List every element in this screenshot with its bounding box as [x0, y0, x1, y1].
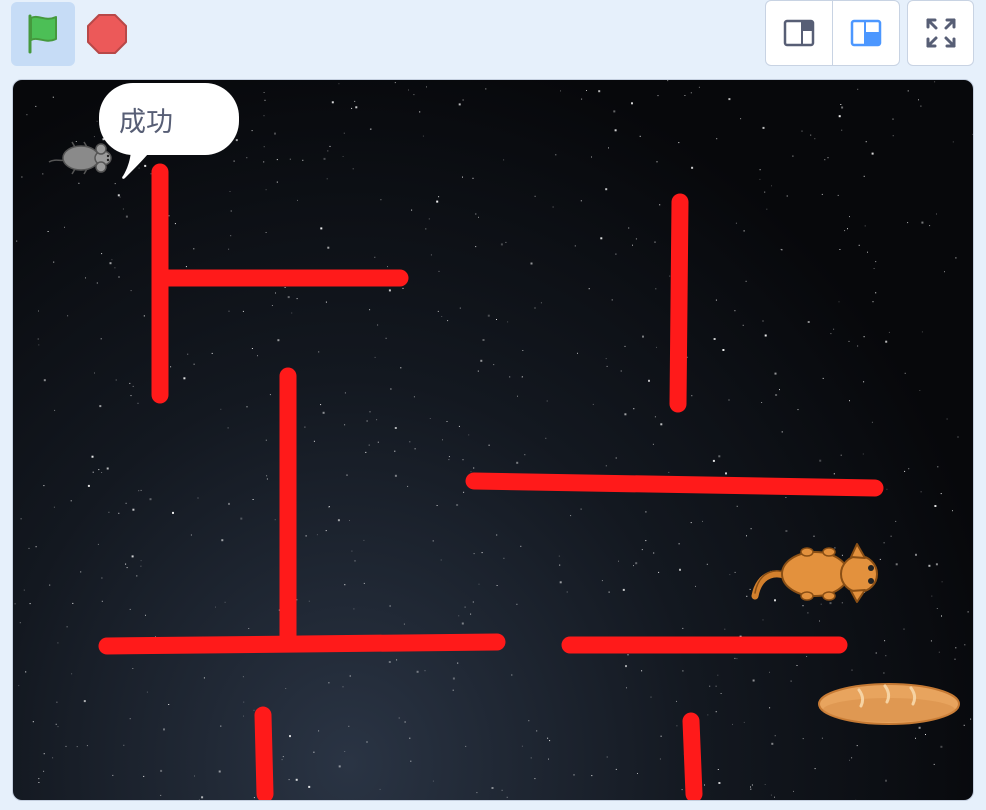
- maze-wall: [682, 712, 703, 800]
- small-stage-icon: [783, 19, 815, 47]
- speech-bubble: 成功: [99, 83, 239, 155]
- bread-sprite[interactable]: [818, 683, 960, 725]
- normal-stage-button[interactable]: [832, 1, 899, 65]
- cat-sprite[interactable]: [751, 543, 878, 603]
- stop-icon: [87, 14, 127, 54]
- maze-wall: [254, 706, 274, 800]
- stage-header: [0, 0, 986, 80]
- maze-wall: [465, 472, 884, 497]
- maze-wall: [669, 193, 689, 413]
- speech-bubble-text: 成功: [119, 106, 173, 138]
- maze-walls: [98, 163, 884, 800]
- small-stage-button[interactable]: [766, 1, 832, 65]
- stage-size-toggle: [765, 0, 900, 66]
- mouse-sprite[interactable]: [48, 141, 112, 175]
- normal-stage-icon: [850, 19, 882, 47]
- stage-canvas[interactable]: 成功: [12, 79, 974, 801]
- green-flag-icon: [28, 14, 57, 54]
- fullscreen-button[interactable]: [907, 0, 974, 66]
- fullscreen-icon: [926, 18, 955, 48]
- stop-button[interactable]: [84, 11, 130, 57]
- green-flag-button[interactable]: [11, 2, 75, 66]
- maze-wall: [98, 633, 506, 655]
- speech-bubble-tail: [122, 148, 153, 179]
